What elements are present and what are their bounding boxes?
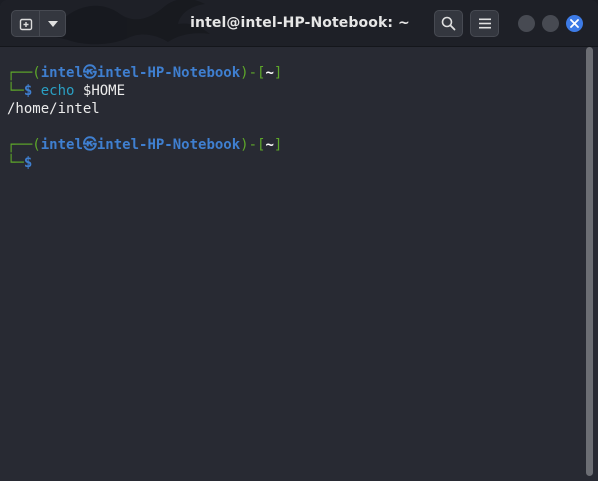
prompt-user-host: intel㉿intel-HP-Notebook [40,137,241,153]
terminal-window: intel@intel-HP-Notebook: ~ ┌──(intel㉿int… [0,0,598,481]
command-name: echo [40,83,75,99]
search-button[interactable] [434,10,463,37]
command-line: └─$ echo $HOME [7,82,125,100]
maximize-button[interactable] [542,15,559,32]
terminal-area[interactable]: ┌──(intel㉿intel-HP-Notebook)-[~] └─$ ech… [0,47,598,481]
window-title: intel@intel-HP-Notebook: ~ [190,15,410,31]
prompt-paren-close: ) [240,137,249,153]
prompt-header-line-2: ┌──(intel㉿intel-HP-Notebook)-[~] [7,136,282,154]
search-icon [441,16,456,31]
prompt-dollar: $ [23,155,33,171]
new-tab-icon [19,18,32,30]
prompt-directory: ~ [265,137,274,153]
new-tab-button[interactable] [11,10,40,37]
prompt-paren-close: ) [240,65,249,81]
prompt-corner-bottom: └─ [7,155,24,171]
close-button[interactable] [566,15,583,32]
minimize-button[interactable] [518,15,535,32]
prompt-directory: ~ [265,65,274,81]
prompt-bracket-close: ] [273,137,283,153]
hamburger-menu-icon [478,18,491,29]
prompt-paren-open: ( [32,65,41,81]
prompt-dollar: $ [23,83,33,99]
header-bar: intel@intel-HP-Notebook: ~ [0,0,598,47]
prompt-dash: - [248,65,258,81]
main-menu-button[interactable] [470,10,499,37]
prompt-corner: ┌── [7,65,33,81]
prompt-paren-open: ( [32,137,41,153]
tab-menu-dropdown-button[interactable] [39,10,66,37]
prompt-corner-bottom: └─ [7,83,24,99]
chevron-down-icon [47,20,58,27]
prompt-user-host: intel㉿intel-HP-Notebook [40,65,241,81]
command-line-2[interactable]: └─$ [7,154,32,172]
prompt-corner: ┌── [7,137,33,153]
prompt-bracket-close: ] [273,65,283,81]
prompt-header-line: ┌──(intel㉿intel-HP-Notebook)-[~] [7,64,282,82]
close-icon [570,19,579,28]
command-argument: $HOME [82,83,126,99]
prompt-dash: - [248,137,258,153]
command-output: /home/intel [7,101,100,117]
vertical-scrollbar[interactable] [586,47,593,476]
